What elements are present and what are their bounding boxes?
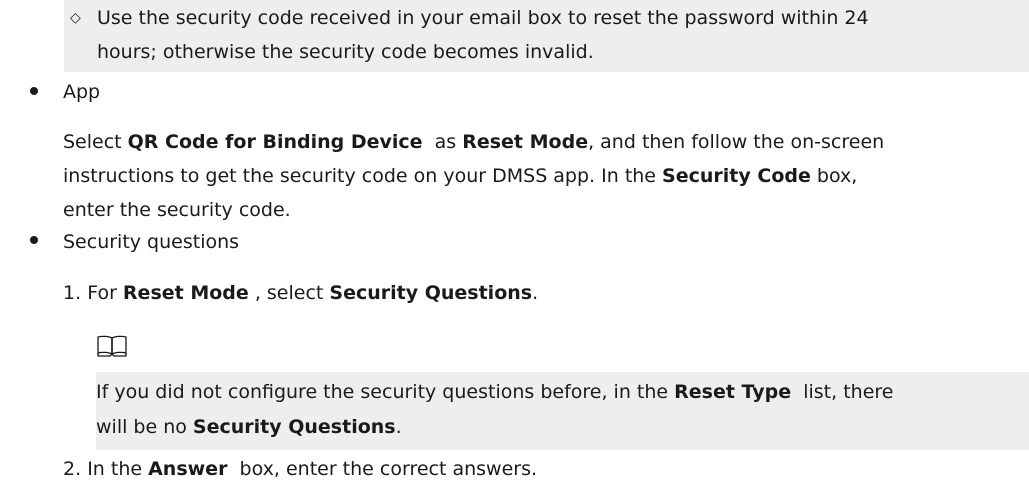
note-line-2: will be no Security Questions. [96, 416, 402, 438]
note-line-1: If you did not configure the security qu… [96, 381, 894, 403]
step-2: 2. In the Answer box, enter the correct … [63, 458, 538, 480]
step-2-number: 2. [63, 458, 82, 480]
book-note-icon [97, 335, 127, 357]
step-1: 1. For Reset Mode , select Security Ques… [63, 282, 539, 304]
app-paragraph-line-1: Select QR Code for Binding Device as Res… [63, 131, 885, 153]
app-paragraph-line-3: enter the security code. [63, 199, 291, 221]
app-item-title: App [63, 81, 101, 103]
email-note-line-1: Use the security code received in your e… [97, 7, 869, 29]
app-paragraph-line-2: instructions to get the security code on… [63, 165, 858, 187]
step-1-number: 1. [63, 282, 82, 304]
bullet-icon [30, 236, 38, 244]
diamond-bullet-icon: ◇ [70, 10, 81, 26]
security-item-title: Security questions [63, 231, 240, 253]
bullet-icon [30, 87, 38, 95]
email-note-line-2: hours; otherwise the security code becom… [97, 41, 594, 63]
